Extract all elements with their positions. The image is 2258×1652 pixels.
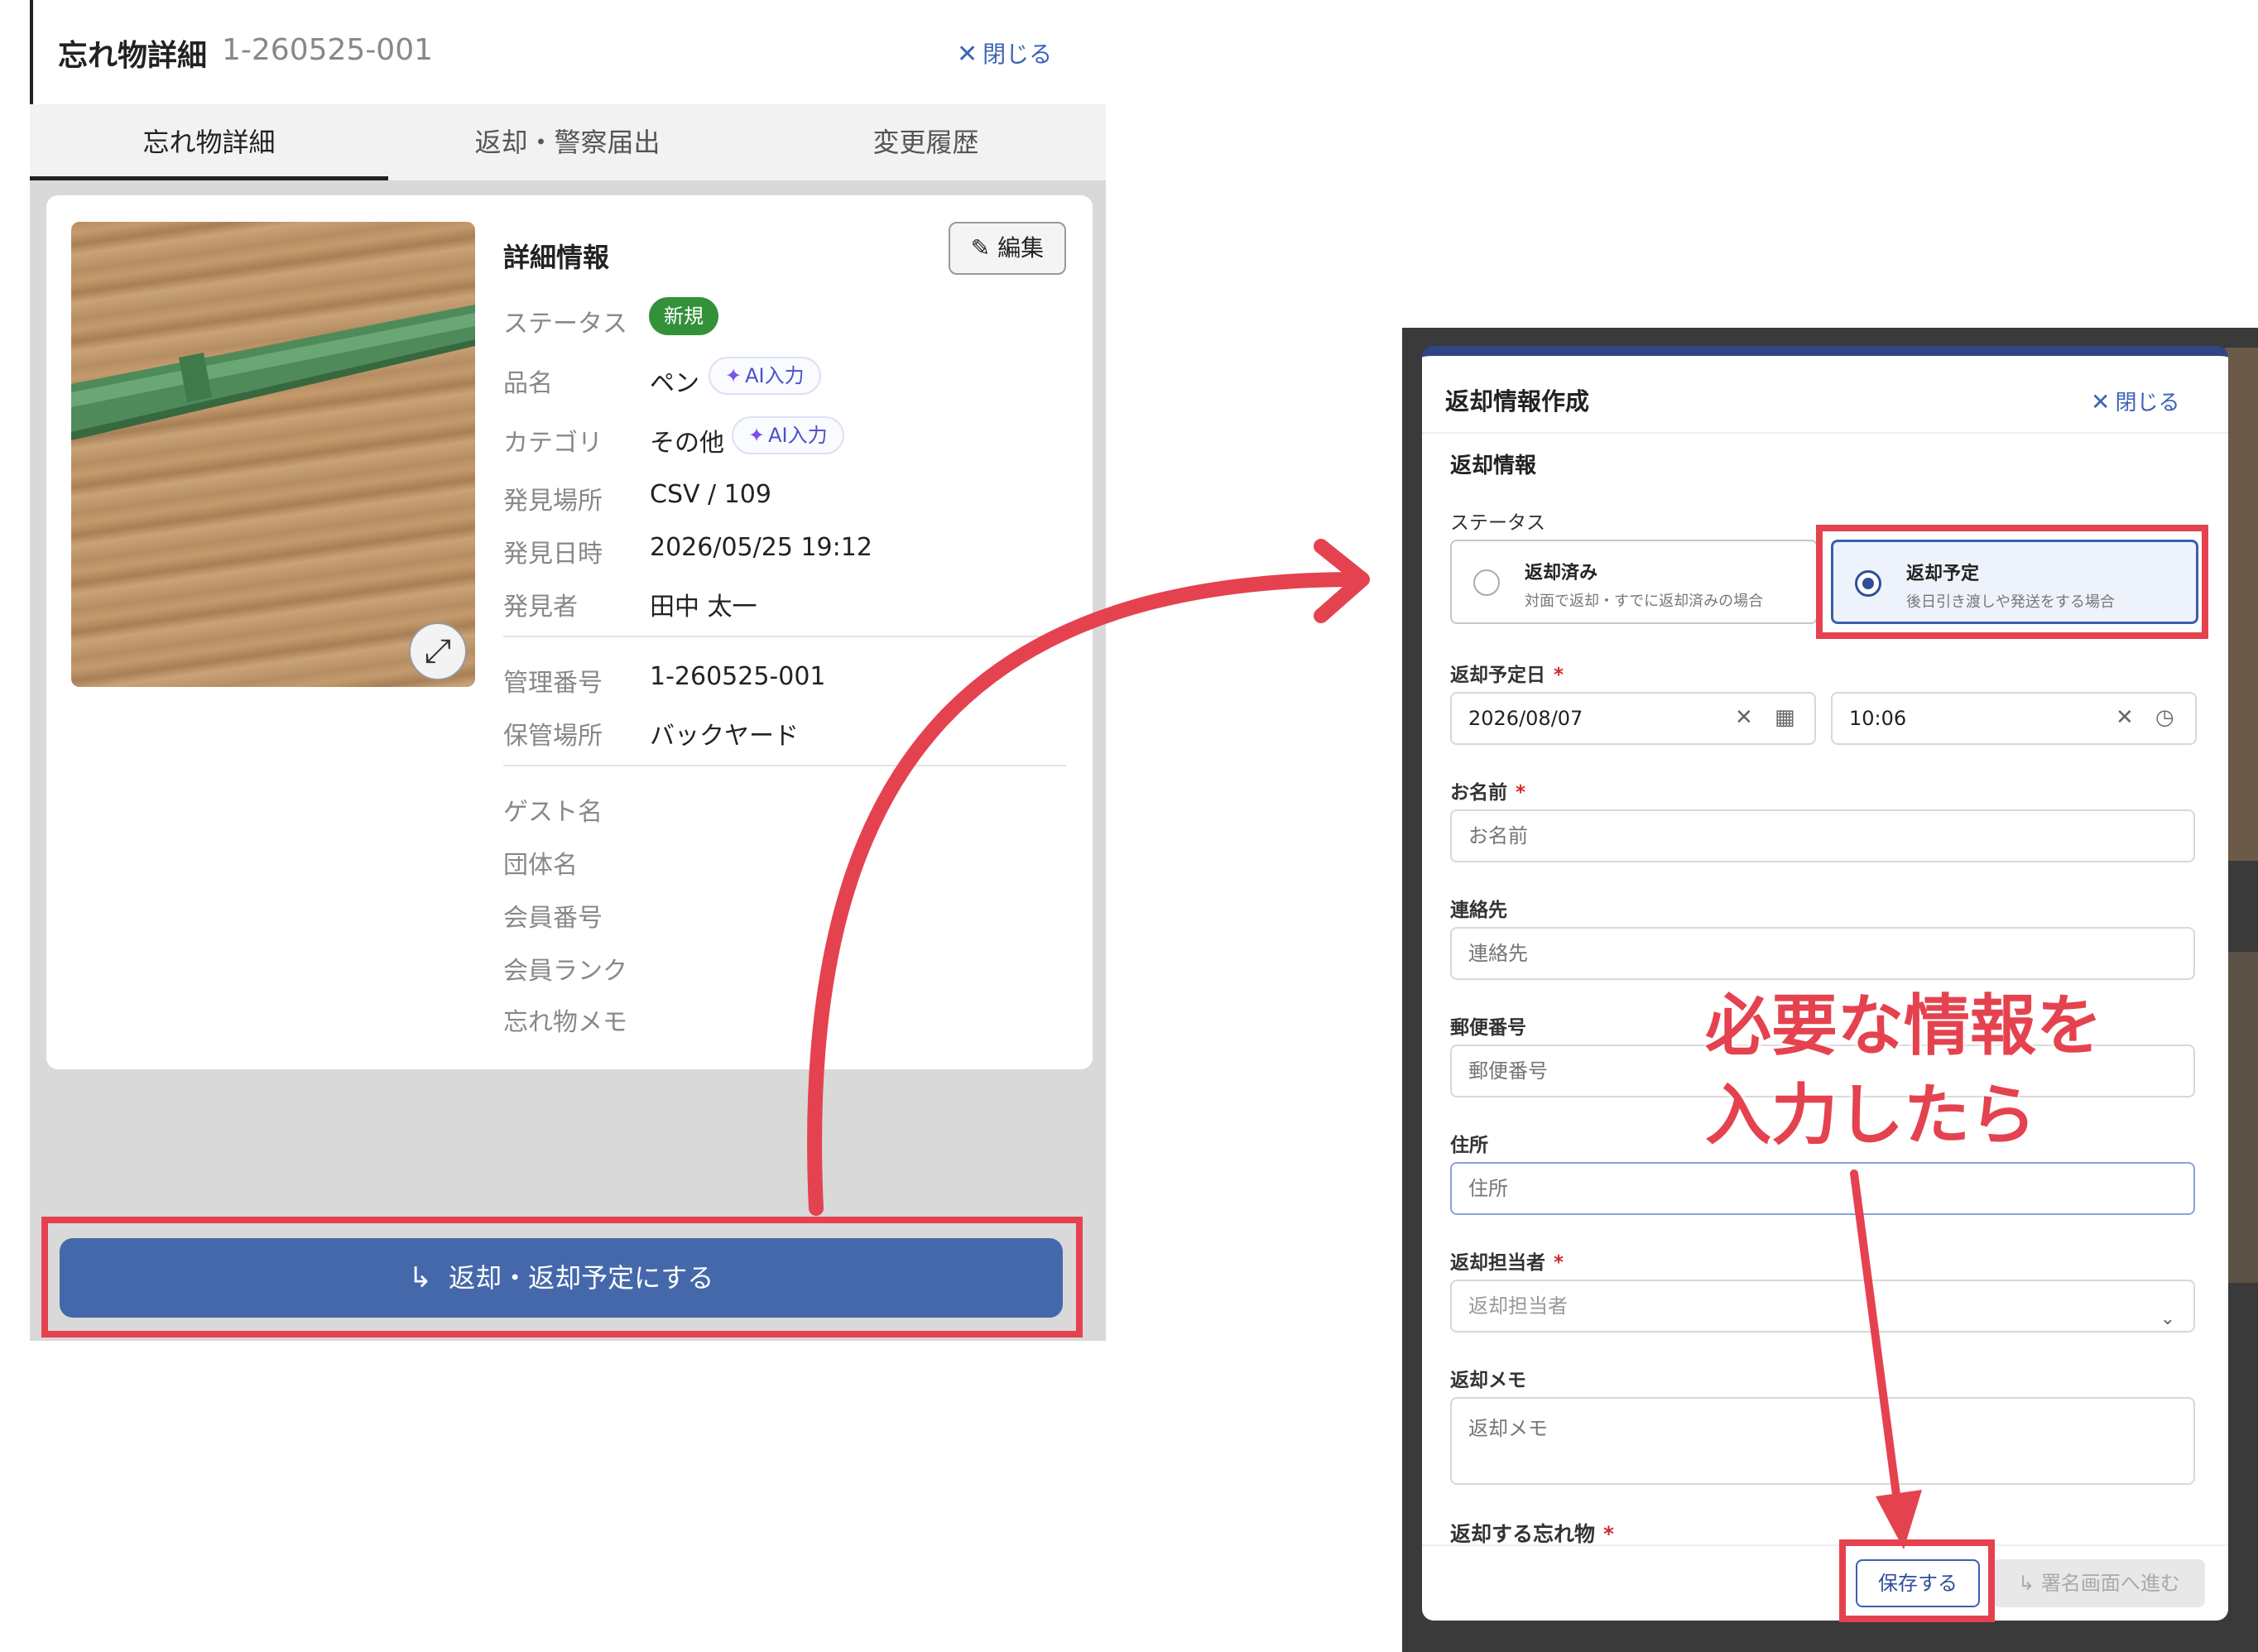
sparkle-icon: ✦ — [748, 424, 766, 447]
address-field-label: 住所 — [1450, 1135, 1488, 1156]
sparkle-icon: ✦ — [725, 364, 742, 387]
highlight-box-planned-option — [1816, 525, 2208, 639]
ai-input-button-category[interactable]: ✦ AI入力 — [732, 416, 844, 454]
pencil-icon: ✎ — [970, 234, 998, 262]
divider — [503, 636, 1066, 637]
modal-title: 返却情報作成 — [1445, 387, 1590, 415]
status-field-label: ステータス — [1450, 512, 1545, 534]
finder-value: 田中 太一 — [650, 593, 757, 622]
edit-label: 編集 — [997, 234, 1045, 262]
return-arrow-icon: ↳ — [2018, 1572, 2041, 1595]
found-at-value: 2026/05/25 19:12 — [650, 533, 872, 562]
status-label: ステータス — [503, 310, 627, 339]
close-icon: ✕ — [957, 40, 978, 69]
found-place-value: CSV / 109 — [650, 480, 771, 509]
sign-label: 署名画面へ進む — [2040, 1572, 2180, 1595]
contact-input[interactable] — [1450, 927, 2195, 980]
date-value: 2026/08/07 — [1468, 707, 1583, 730]
return-date-label: 返却予定日 * — [1450, 665, 1564, 686]
status-option-returned[interactable]: 返却済み 対面で返却・すでに返却済みの場合 — [1450, 540, 1818, 624]
name-label: 品名 — [503, 369, 553, 398]
highlight-box-save-button — [1839, 1539, 1995, 1622]
option-desc: 対面で返却・すでに返却済みの場合 — [1525, 593, 1764, 610]
items-field-label: 返却する忘れ物 * — [1450, 1522, 1615, 1546]
highlight-box-return-button — [41, 1217, 1083, 1337]
background-content — [2225, 952, 2258, 1283]
annotation-line-2: 入力したら — [1705, 1077, 2036, 1154]
category-value: その他 — [650, 429, 724, 458]
detail-section-title: 詳細情報 — [503, 242, 610, 273]
tab-item-detail[interactable]: 忘れ物詳細 — [30, 104, 388, 180]
option-title: 返却済み — [1525, 563, 1598, 583]
item-id: 1-260525-001 — [222, 33, 434, 67]
mgmt-no-label: 管理番号 — [503, 669, 603, 698]
clock-icon[interactable]: ◷ — [2155, 705, 2174, 730]
close-button[interactable]: ✕ 閉じる — [957, 36, 1052, 70]
name-value: ペン — [650, 369, 699, 398]
ai-label: AI入力 — [745, 364, 805, 387]
radio-unchecked[interactable] — [1473, 569, 1500, 596]
return-time-input[interactable]: 10:06 ✕ ◷ — [1831, 692, 2197, 745]
section-title: 返却情報 — [1450, 454, 1537, 478]
contact-field-label: 連絡先 — [1450, 900, 1507, 921]
mgmt-no-value: 1-260525-001 — [650, 662, 826, 691]
staff-placeholder: 返却担当者 — [1468, 1294, 1568, 1318]
address-input[interactable] — [1450, 1162, 2195, 1215]
storage-value: バックヤード — [650, 722, 799, 751]
time-value: 10:06 — [1849, 707, 1907, 730]
close-label: 閉じる — [982, 41, 1053, 68]
sign-screen-button[interactable]: ↳ 署名画面へ進む — [1993, 1559, 2205, 1607]
finder-label: 発見者 — [503, 593, 578, 622]
modal-close-button[interactable]: ✕ 閉じる — [2091, 386, 2179, 416]
memo-field-label: 返却メモ — [1450, 1370, 1526, 1391]
clear-icon[interactable]: ✕ — [1735, 705, 1753, 730]
tab-return-police[interactable]: 返却・警察届出 — [388, 104, 747, 180]
clear-icon[interactable]: ✕ — [2116, 705, 2134, 730]
member-no-label: 会員番号 — [503, 904, 603, 933]
status-badge: 新規 — [649, 297, 718, 335]
curved-arrow-head — [1314, 539, 1370, 623]
close-icon: ✕ — [2091, 388, 2111, 415]
background-content — [2225, 348, 2258, 861]
name-input[interactable] — [1450, 809, 2195, 862]
chevron-down-icon: ⌄ — [2160, 1309, 2175, 1329]
page-title: 忘れ物詳細 — [58, 39, 208, 73]
divider — [503, 765, 1066, 766]
guest-label: ゲスト名 — [503, 798, 603, 827]
found-at-label: 発見日時 — [503, 540, 603, 569]
name-field-label: お名前 * — [1450, 782, 1526, 804]
pen-image — [71, 305, 475, 440]
divider — [1422, 432, 2228, 434]
ai-label: AI入力 — [768, 424, 828, 447]
tab-bar: 忘れ物詳細 返却・警察届出 変更履歴 — [30, 104, 1106, 180]
category-label: カテゴリ — [503, 429, 603, 458]
item-photo[interactable] — [71, 222, 475, 687]
ai-input-button-name[interactable]: ✦ AI入力 — [709, 357, 821, 395]
expand-icon[interactable]: ⤢ — [409, 622, 467, 680]
annotation-text: 必要な情報を 入力したら — [1705, 982, 2102, 1160]
memo-input[interactable] — [1450, 1397, 2195, 1485]
zip-field-label: 郵便番号 — [1450, 1017, 1526, 1039]
found-place-label: 発見場所 — [503, 487, 603, 516]
memo-label: 忘れ物メモ — [503, 1008, 627, 1037]
return-date-input[interactable]: 2026/08/07 ✕ ▦ — [1450, 692, 1816, 745]
staff-field-label: 返却担当者 * — [1450, 1252, 1564, 1274]
group-label: 団体名 — [503, 851, 578, 880]
staff-select[interactable]: 返却担当者 ⌄ — [1450, 1280, 2195, 1333]
calendar-icon[interactable]: ▦ — [1775, 705, 1795, 730]
edit-button[interactable]: ✎ 編集 — [949, 222, 1066, 275]
member-rank-label: 会員ランク — [503, 957, 627, 986]
tab-history[interactable]: 変更履歴 — [747, 104, 1105, 180]
close-label: 閉じる — [2115, 391, 2180, 415]
annotation-line-1: 必要な情報を — [1705, 987, 2102, 1064]
storage-label: 保管場所 — [503, 722, 603, 751]
divider — [1422, 1544, 2228, 1546]
